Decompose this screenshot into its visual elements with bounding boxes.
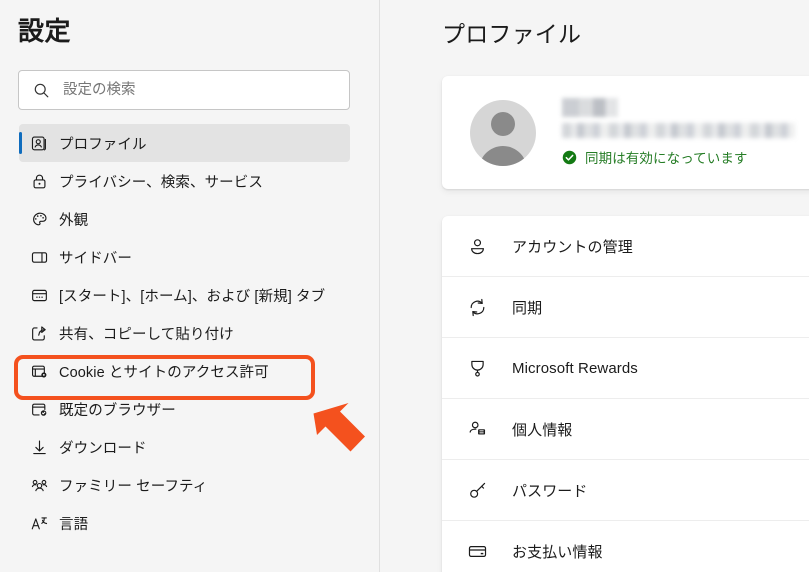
list-item-label: お支払い情報 <box>512 544 603 561</box>
list-item-label: 同期 <box>512 299 543 317</box>
sidebar-item-label: プロファイル <box>59 136 147 153</box>
profile-settings-list: アカウントの管理 同期 Microsoft Rewards 個人情報 パスワード… <box>442 216 809 572</box>
cookie-settings-icon <box>19 362 59 381</box>
download-icon <box>19 438 59 457</box>
sidebar-item-label: プライバシー、検索、サービス <box>59 174 263 191</box>
default-browser-icon <box>19 400 59 419</box>
list-item-payment-info[interactable]: お支払い情報 <box>442 521 809 572</box>
profile-email-redacted <box>562 123 795 138</box>
share-icon <box>19 324 59 343</box>
sync-status: 同期は有効になっています <box>562 147 809 167</box>
list-item-sync[interactable]: 同期 <box>442 277 809 338</box>
sidebar-item-label: 外観 <box>59 212 89 229</box>
medal-icon <box>442 358 512 379</box>
sidebar-item-privacy[interactable]: プライバシー、検索、サービス <box>19 162 350 200</box>
sidebar-item-family-safety[interactable]: ファミリー セーフティ <box>19 466 350 504</box>
list-item-label: Microsoft Rewards <box>512 359 638 377</box>
sidebar-item-label: 共有、コピーして貼り付け <box>59 326 234 343</box>
sidebar-item-label: Cookie とサイトのアクセス許可 <box>59 364 269 381</box>
search-input[interactable] <box>63 71 349 109</box>
lock-icon <box>19 172 59 191</box>
sidebar-item-sidebar[interactable]: サイドバー <box>19 238 350 276</box>
sidebar-item-label: [スタート]、[ホーム]、および [新規] タブ <box>59 288 326 305</box>
list-item-manage-account[interactable]: アカウントの管理 <box>442 216 809 277</box>
sidebar-item-downloads[interactable]: ダウンロード <box>19 428 350 466</box>
check-circle-icon <box>562 150 577 165</box>
sidebar-item-appearance[interactable]: 外観 <box>19 200 350 238</box>
sidebar-item-default-browser[interactable]: 既定のブラウザー <box>19 390 350 428</box>
sync-status-label: 同期は有効になっています <box>585 151 748 166</box>
settings-sidebar: 設定 プロファ <box>0 0 380 572</box>
language-icon <box>19 514 59 533</box>
sidebar-item-share-copy-paste[interactable]: 共有、コピーして貼り付け <box>19 314 350 352</box>
sidebar-item-label: サイドバー <box>59 250 132 267</box>
sidebar-item-label: 既定のブラウザー <box>59 402 176 419</box>
sidebar-item-label: ダウンロード <box>59 440 147 457</box>
sidebar-item-languages[interactable]: 言語 <box>19 504 350 542</box>
sidebar-item-cookies-site-permissions[interactable]: Cookie とサイトのアクセス許可 <box>19 352 350 390</box>
list-item-passwords[interactable]: パスワード <box>442 460 809 521</box>
list-item-personal-info[interactable]: 個人情報 <box>442 399 809 460</box>
sidebar-icon <box>19 248 59 267</box>
list-item-label: アカウントの管理 <box>512 238 633 256</box>
profile-icon <box>19 134 59 153</box>
avatar-body <box>479 145 527 166</box>
sidebar-item-label: 言語 <box>59 516 89 533</box>
sidebar-item-start-home-newtab[interactable]: [スタート]、[ホーム]、および [新規] タブ <box>19 276 350 314</box>
avatar-head <box>491 111 515 136</box>
search-box[interactable] <box>18 70 350 110</box>
sidebar-item-label: ファミリー セーフティ <box>59 478 208 495</box>
palette-icon <box>19 210 59 229</box>
avatar <box>470 99 536 166</box>
key-icon <box>442 480 512 501</box>
sidebar-nav: プロファイル プライバシー、検索、サービス 外観 サイドバー [スタート]、[ホ… <box>0 124 380 542</box>
content-title: プロファイル <box>442 21 582 47</box>
list-item-label: パスワード <box>512 482 588 500</box>
profile-name-redacted <box>562 98 618 117</box>
credit-card-icon <box>442 541 512 562</box>
sync-icon <box>442 297 512 318</box>
sidebar-item-profile[interactable]: プロファイル <box>19 124 350 162</box>
personal-info-icon <box>442 419 512 440</box>
profile-info: 同期は有効になっています <box>562 98 809 167</box>
new-tab-icon <box>19 286 59 305</box>
page-title: 設定 <box>18 16 72 46</box>
family-icon <box>19 476 59 495</box>
settings-page: 設定 プロファ <box>0 0 809 572</box>
list-item-label: 個人情報 <box>512 421 573 439</box>
profile-card[interactable]: 同期は有効になっています <box>442 76 809 189</box>
content-panel: プロファイル 同期は有効になっています アカウントの管理 同期 Microsof… <box>381 0 809 572</box>
person-icon <box>442 236 512 257</box>
search-icon <box>19 82 63 99</box>
list-item-microsoft-rewards[interactable]: Microsoft Rewards <box>442 338 809 399</box>
